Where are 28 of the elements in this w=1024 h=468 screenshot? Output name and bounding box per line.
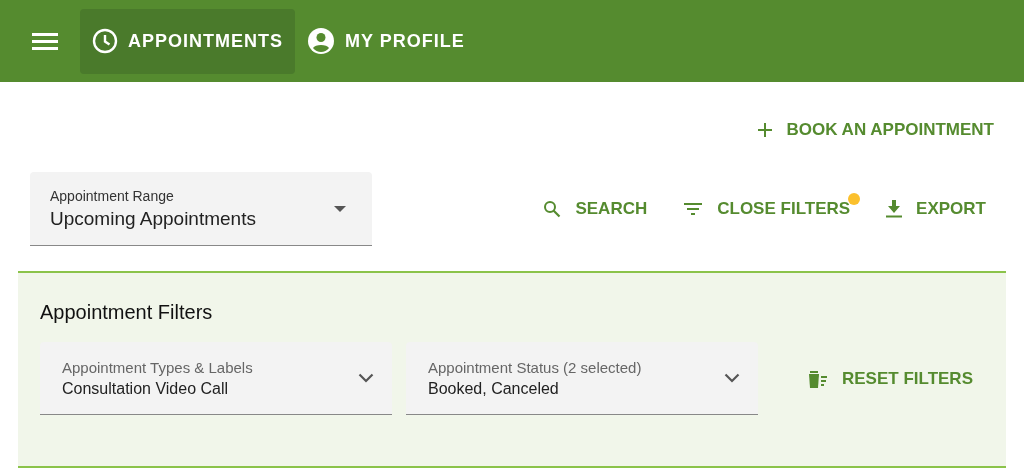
person-icon (307, 27, 335, 55)
toolbar-button[interactable]: SEARCH (533, 193, 658, 225)
chevron-down-icon (724, 373, 740, 383)
download-icon (886, 200, 903, 218)
select-label: Appointment Range (50, 187, 175, 204)
select-label: Appointment Types & Labels (62, 358, 253, 376)
nav-tab[interactable]: APPOINTMENTS (80, 8, 295, 74)
book-appointment-button[interactable]: BOOK AN APPOINTMENT (746, 114, 1004, 146)
filter-select[interactable]: Appointment Types & Labels Consultation Video Call (40, 342, 392, 415)
panel-title: Appointment Filters (40, 301, 213, 324)
select-value: Consultation Video Call (62, 379, 230, 398)
plus-icon (756, 122, 773, 138)
chevron-down-icon (358, 373, 374, 383)
dropdown-arrow-icon (334, 205, 346, 212)
toolbar-button[interactable]: CLOSE FILTERS (673, 193, 861, 225)
filter-icon (683, 202, 704, 216)
trash-icon (808, 369, 828, 388)
select-label: Appointment Status (2 selected) (428, 358, 642, 376)
nav-tab[interactable]: MY PROFILE (295, 8, 477, 74)
select-value: Booked, Canceled (428, 379, 560, 398)
select-value: Upcoming Appointments (50, 207, 256, 230)
clock-icon (92, 28, 118, 54)
range-select[interactable]: Appointment Range Upcoming Appointments (30, 172, 372, 246)
toolbar-button[interactable]: EXPORT (876, 193, 996, 225)
reset-filters-button[interactable]: RESET FILTERS (798, 362, 983, 395)
search-icon (543, 200, 562, 218)
filter-select[interactable]: Appointment Status (2 selected) Booked, Canceled (406, 342, 758, 415)
menu-icon[interactable] (32, 31, 58, 51)
